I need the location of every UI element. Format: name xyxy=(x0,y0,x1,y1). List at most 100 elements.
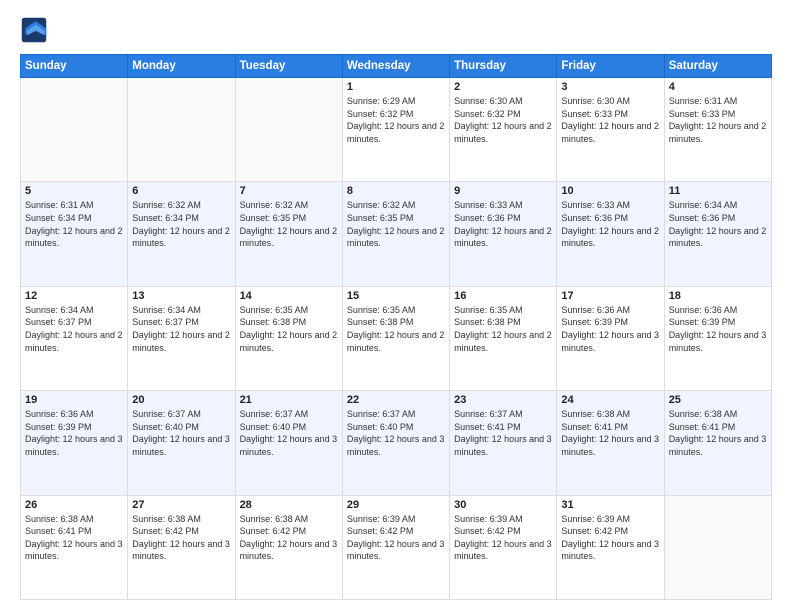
day-number: 19 xyxy=(25,394,123,406)
day-info: Sunrise: 6:30 AMSunset: 6:33 PMDaylight:… xyxy=(561,95,659,145)
calendar-week-row: 26 Sunrise: 6:38 AMSunset: 6:41 PMDaylig… xyxy=(21,495,772,599)
day-of-week-header: Sunday xyxy=(21,55,128,78)
calendar-day-cell: 8 Sunrise: 6:32 AMSunset: 6:35 PMDayligh… xyxy=(342,182,449,286)
day-number: 20 xyxy=(132,394,230,406)
calendar-day-cell: 31 Sunrise: 6:39 AMSunset: 6:42 PMDaylig… xyxy=(557,495,664,599)
logo-icon xyxy=(20,16,48,44)
day-number: 4 xyxy=(669,81,767,93)
calendar-day-cell xyxy=(21,78,128,182)
logo xyxy=(20,16,52,44)
calendar-day-cell: 14 Sunrise: 6:35 AMSunset: 6:38 PMDaylig… xyxy=(235,286,342,390)
day-of-week-header: Thursday xyxy=(450,55,557,78)
day-info: Sunrise: 6:33 AMSunset: 6:36 PMDaylight:… xyxy=(561,199,659,249)
day-info: Sunrise: 6:35 AMSunset: 6:38 PMDaylight:… xyxy=(454,304,552,354)
calendar-day-cell: 5 Sunrise: 6:31 AMSunset: 6:34 PMDayligh… xyxy=(21,182,128,286)
day-info: Sunrise: 6:34 AMSunset: 6:37 PMDaylight:… xyxy=(132,304,230,354)
day-info: Sunrise: 6:39 AMSunset: 6:42 PMDaylight:… xyxy=(561,513,659,563)
day-info: Sunrise: 6:33 AMSunset: 6:36 PMDaylight:… xyxy=(454,199,552,249)
day-info: Sunrise: 6:31 AMSunset: 6:34 PMDaylight:… xyxy=(25,199,123,249)
day-number: 9 xyxy=(454,185,552,197)
calendar-day-cell: 17 Sunrise: 6:36 AMSunset: 6:39 PMDaylig… xyxy=(557,286,664,390)
day-number: 18 xyxy=(669,290,767,302)
day-info: Sunrise: 6:35 AMSunset: 6:38 PMDaylight:… xyxy=(347,304,445,354)
day-info: Sunrise: 6:29 AMSunset: 6:32 PMDaylight:… xyxy=(347,95,445,145)
day-info: Sunrise: 6:38 AMSunset: 6:42 PMDaylight:… xyxy=(240,513,338,563)
day-number: 3 xyxy=(561,81,659,93)
day-info: Sunrise: 6:38 AMSunset: 6:42 PMDaylight:… xyxy=(132,513,230,563)
day-of-week-header: Friday xyxy=(557,55,664,78)
calendar-day-cell: 23 Sunrise: 6:37 AMSunset: 6:41 PMDaylig… xyxy=(450,391,557,495)
calendar-day-cell: 22 Sunrise: 6:37 AMSunset: 6:40 PMDaylig… xyxy=(342,391,449,495)
calendar-day-cell: 7 Sunrise: 6:32 AMSunset: 6:35 PMDayligh… xyxy=(235,182,342,286)
page: SundayMondayTuesdayWednesdayThursdayFrid… xyxy=(0,0,792,612)
day-of-week-header: Monday xyxy=(128,55,235,78)
day-info: Sunrise: 6:31 AMSunset: 6:33 PMDaylight:… xyxy=(669,95,767,145)
calendar-day-cell: 10 Sunrise: 6:33 AMSunset: 6:36 PMDaylig… xyxy=(557,182,664,286)
day-number: 5 xyxy=(25,185,123,197)
calendar-day-cell xyxy=(128,78,235,182)
day-number: 26 xyxy=(25,499,123,511)
calendar-day-cell: 1 Sunrise: 6:29 AMSunset: 6:32 PMDayligh… xyxy=(342,78,449,182)
day-info: Sunrise: 6:36 AMSunset: 6:39 PMDaylight:… xyxy=(561,304,659,354)
day-info: Sunrise: 6:30 AMSunset: 6:32 PMDaylight:… xyxy=(454,95,552,145)
day-info: Sunrise: 6:36 AMSunset: 6:39 PMDaylight:… xyxy=(669,304,767,354)
day-number: 23 xyxy=(454,394,552,406)
calendar-day-cell: 26 Sunrise: 6:38 AMSunset: 6:41 PMDaylig… xyxy=(21,495,128,599)
calendar-day-cell xyxy=(664,495,771,599)
calendar-day-cell: 16 Sunrise: 6:35 AMSunset: 6:38 PMDaylig… xyxy=(450,286,557,390)
day-number: 8 xyxy=(347,185,445,197)
day-number: 22 xyxy=(347,394,445,406)
calendar-day-cell: 30 Sunrise: 6:39 AMSunset: 6:42 PMDaylig… xyxy=(450,495,557,599)
calendar-week-row: 1 Sunrise: 6:29 AMSunset: 6:32 PMDayligh… xyxy=(21,78,772,182)
calendar-week-row: 19 Sunrise: 6:36 AMSunset: 6:39 PMDaylig… xyxy=(21,391,772,495)
day-number: 28 xyxy=(240,499,338,511)
calendar-day-cell: 12 Sunrise: 6:34 AMSunset: 6:37 PMDaylig… xyxy=(21,286,128,390)
day-info: Sunrise: 6:37 AMSunset: 6:41 PMDaylight:… xyxy=(454,408,552,458)
calendar-table: SundayMondayTuesdayWednesdayThursdayFrid… xyxy=(20,54,772,600)
calendar-day-cell: 28 Sunrise: 6:38 AMSunset: 6:42 PMDaylig… xyxy=(235,495,342,599)
calendar-week-row: 5 Sunrise: 6:31 AMSunset: 6:34 PMDayligh… xyxy=(21,182,772,286)
day-info: Sunrise: 6:36 AMSunset: 6:39 PMDaylight:… xyxy=(25,408,123,458)
calendar-day-cell: 11 Sunrise: 6:34 AMSunset: 6:36 PMDaylig… xyxy=(664,182,771,286)
calendar-day-cell: 25 Sunrise: 6:38 AMSunset: 6:41 PMDaylig… xyxy=(664,391,771,495)
calendar-header-row: SundayMondayTuesdayWednesdayThursdayFrid… xyxy=(21,55,772,78)
day-info: Sunrise: 6:32 AMSunset: 6:35 PMDaylight:… xyxy=(240,199,338,249)
day-info: Sunrise: 6:35 AMSunset: 6:38 PMDaylight:… xyxy=(240,304,338,354)
day-number: 14 xyxy=(240,290,338,302)
day-info: Sunrise: 6:32 AMSunset: 6:35 PMDaylight:… xyxy=(347,199,445,249)
calendar-day-cell: 29 Sunrise: 6:39 AMSunset: 6:42 PMDaylig… xyxy=(342,495,449,599)
calendar-day-cell: 27 Sunrise: 6:38 AMSunset: 6:42 PMDaylig… xyxy=(128,495,235,599)
day-of-week-header: Saturday xyxy=(664,55,771,78)
day-number: 17 xyxy=(561,290,659,302)
day-number: 1 xyxy=(347,81,445,93)
day-info: Sunrise: 6:39 AMSunset: 6:42 PMDaylight:… xyxy=(454,513,552,563)
calendar-day-cell: 4 Sunrise: 6:31 AMSunset: 6:33 PMDayligh… xyxy=(664,78,771,182)
day-number: 10 xyxy=(561,185,659,197)
day-number: 21 xyxy=(240,394,338,406)
calendar-day-cell: 21 Sunrise: 6:37 AMSunset: 6:40 PMDaylig… xyxy=(235,391,342,495)
calendar-day-cell: 13 Sunrise: 6:34 AMSunset: 6:37 PMDaylig… xyxy=(128,286,235,390)
day-info: Sunrise: 6:37 AMSunset: 6:40 PMDaylight:… xyxy=(347,408,445,458)
day-info: Sunrise: 6:37 AMSunset: 6:40 PMDaylight:… xyxy=(240,408,338,458)
day-of-week-header: Tuesday xyxy=(235,55,342,78)
calendar-day-cell: 9 Sunrise: 6:33 AMSunset: 6:36 PMDayligh… xyxy=(450,182,557,286)
calendar-day-cell: 6 Sunrise: 6:32 AMSunset: 6:34 PMDayligh… xyxy=(128,182,235,286)
day-info: Sunrise: 6:39 AMSunset: 6:42 PMDaylight:… xyxy=(347,513,445,563)
day-info: Sunrise: 6:37 AMSunset: 6:40 PMDaylight:… xyxy=(132,408,230,458)
day-number: 2 xyxy=(454,81,552,93)
day-number: 30 xyxy=(454,499,552,511)
day-number: 11 xyxy=(669,185,767,197)
calendar-day-cell: 20 Sunrise: 6:37 AMSunset: 6:40 PMDaylig… xyxy=(128,391,235,495)
day-number: 7 xyxy=(240,185,338,197)
calendar-day-cell xyxy=(235,78,342,182)
day-info: Sunrise: 6:38 AMSunset: 6:41 PMDaylight:… xyxy=(25,513,123,563)
day-info: Sunrise: 6:38 AMSunset: 6:41 PMDaylight:… xyxy=(669,408,767,458)
day-number: 6 xyxy=(132,185,230,197)
day-number: 29 xyxy=(347,499,445,511)
calendar-day-cell: 24 Sunrise: 6:38 AMSunset: 6:41 PMDaylig… xyxy=(557,391,664,495)
calendar-day-cell: 19 Sunrise: 6:36 AMSunset: 6:39 PMDaylig… xyxy=(21,391,128,495)
header xyxy=(20,16,772,44)
day-of-week-header: Wednesday xyxy=(342,55,449,78)
calendar-day-cell: 18 Sunrise: 6:36 AMSunset: 6:39 PMDaylig… xyxy=(664,286,771,390)
calendar-day-cell: 3 Sunrise: 6:30 AMSunset: 6:33 PMDayligh… xyxy=(557,78,664,182)
